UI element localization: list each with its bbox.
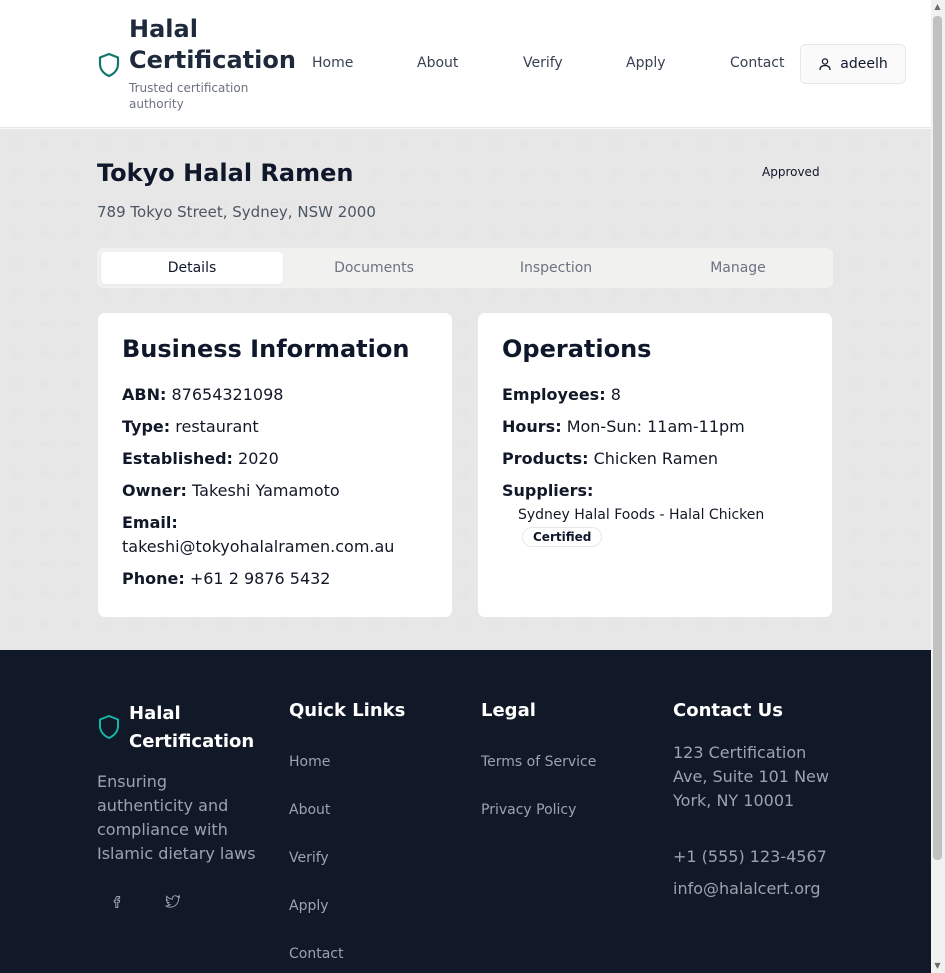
phone-row: Phone: +61 2 9876 5432 bbox=[122, 569, 331, 588]
products-row: Products: Chicken Ramen bbox=[502, 449, 719, 468]
footer-link-verify[interactable]: Verify bbox=[289, 850, 329, 866]
footer-link-home[interactable]: Home bbox=[289, 754, 330, 770]
tab-documents[interactable]: Documents bbox=[283, 252, 465, 284]
legal-title: Legal bbox=[481, 700, 536, 721]
certified-badge: Certified bbox=[522, 527, 603, 547]
nav-verify[interactable]: Verify bbox=[523, 55, 563, 71]
hours-row: Hours: Mon-Sun: 11am-11pm bbox=[502, 417, 745, 436]
business-info-card: Business Information ABN: 87654321098 Ty… bbox=[97, 312, 453, 618]
user-menu-button[interactable]: adeelh bbox=[800, 44, 906, 84]
abn-row: ABN: 87654321098 bbox=[122, 385, 284, 404]
status-badge: Approved bbox=[762, 165, 820, 179]
type-row: Type: restaurant bbox=[122, 417, 259, 436]
tab-inspection[interactable]: Inspection bbox=[465, 252, 647, 284]
footer-link-about[interactable]: About bbox=[289, 802, 330, 818]
contact-address: 123 Certification Ave, Suite 101 New Yor… bbox=[673, 743, 829, 810]
contact-title: Contact Us bbox=[673, 700, 784, 721]
tab-list: Details Documents Inspection Manage bbox=[97, 248, 833, 288]
brand-title: Halal Certification bbox=[129, 15, 296, 74]
user-name: adeelh bbox=[840, 56, 888, 72]
quick-links-title: Quick Links bbox=[289, 700, 406, 721]
card-title: Operations bbox=[502, 335, 652, 363]
shield-icon bbox=[99, 715, 119, 739]
footer-brand-title: Halal Certification bbox=[129, 703, 255, 752]
user-icon bbox=[819, 58, 831, 71]
card-title: Business Information bbox=[122, 335, 410, 363]
supplier-name: Sydney Halal Foods - Halal Chicken bbox=[518, 507, 765, 523]
main-content: Tokyo Halal Ramen 789 Tokyo Street, Sydn… bbox=[0, 129, 931, 650]
owner-row: Owner: Takeshi Yamamoto bbox=[122, 481, 340, 500]
site-header: Halal Certification Trusted certificatio… bbox=[0, 0, 931, 128]
contact-email[interactable]: info@halalcert.org bbox=[673, 877, 853, 901]
contact-phone[interactable]: +1 (555) 123-4567 bbox=[673, 845, 853, 869]
employees-row: Employees: 8 bbox=[502, 385, 621, 404]
nav-contact[interactable]: Contact bbox=[730, 55, 784, 71]
twitter-icon[interactable] bbox=[165, 894, 181, 910]
footer-link-privacy[interactable]: Privacy Policy bbox=[481, 802, 576, 818]
footer-link-apply[interactable]: Apply bbox=[289, 898, 329, 914]
footer-link-terms[interactable]: Terms of Service bbox=[481, 754, 596, 770]
email-row: Email: takeshi@tokyohalalramen.com.au bbox=[122, 513, 395, 556]
site-footer: Halal Certification Ensuring authenticit… bbox=[0, 650, 931, 973]
suppliers-row: Suppliers: bbox=[502, 481, 594, 500]
operations-card: Operations Employees: 8 Hours: Mon-Sun: … bbox=[477, 312, 833, 618]
tab-details[interactable]: Details bbox=[101, 252, 283, 284]
tab-manage[interactable]: Manage bbox=[647, 252, 829, 284]
scroll-down-arrow[interactable]: ▼ bbox=[933, 961, 942, 971]
business-name: Tokyo Halal Ramen bbox=[97, 159, 354, 187]
nav-about[interactable]: About bbox=[417, 55, 458, 71]
footer-link-contact[interactable]: Contact bbox=[289, 946, 343, 962]
nav-apply[interactable]: Apply bbox=[626, 55, 666, 71]
brand-tagline: Trusted certification authority bbox=[129, 81, 249, 111]
established-row: Established: 2020 bbox=[122, 449, 279, 468]
facebook-icon[interactable] bbox=[109, 894, 125, 910]
scroll-up-arrow[interactable]: ▲ bbox=[933, 2, 942, 12]
nav-home[interactable]: Home bbox=[312, 55, 353, 71]
scrollbar-thumb[interactable] bbox=[933, 16, 942, 860]
business-address: 789 Tokyo Street, Sydney, NSW 2000 bbox=[97, 203, 376, 221]
shield-icon bbox=[98, 52, 120, 78]
footer-description: Ensuring authenticity and compliance wit… bbox=[97, 772, 256, 863]
